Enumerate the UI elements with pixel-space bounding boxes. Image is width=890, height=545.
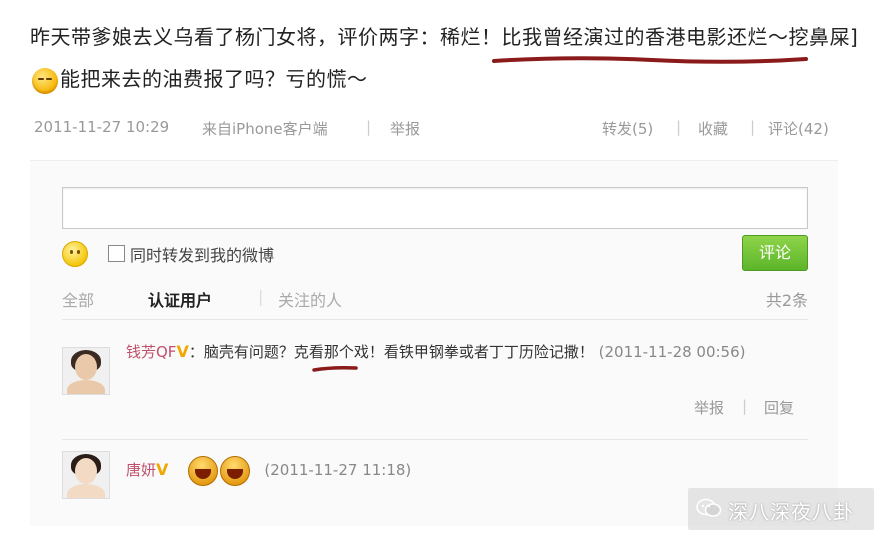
comment-filter-tabs: 全部 认证用户 | 关注的人 共2条 bbox=[62, 287, 808, 311]
comment-count: 共2条 bbox=[765, 291, 808, 310]
divider bbox=[62, 439, 808, 440]
post-meta-row: 2011-11-27 10:29 来自iPhone客户端 | 举报 转发(5) … bbox=[34, 118, 839, 140]
favorite-link[interactable]: 收藏 bbox=[698, 118, 728, 139]
comment-author[interactable]: 唐妍 bbox=[126, 461, 156, 479]
post-source: 来自iPhone客户端 bbox=[202, 120, 328, 138]
comment-panel: 同时转发到我的微博 评论 全部 认证用户 | 关注的人 共2条 钱芳QFV：脑壳… bbox=[30, 160, 838, 526]
verified-badge-icon: V bbox=[176, 342, 189, 361]
smile-emoji-icon[interactable] bbox=[62, 241, 88, 267]
comment-input[interactable] bbox=[62, 187, 808, 229]
divider bbox=[62, 319, 808, 320]
laughing-face-icon bbox=[220, 455, 251, 486]
red-underline-annotation bbox=[312, 366, 358, 372]
verified-badge-icon: V bbox=[156, 460, 169, 479]
separator: | bbox=[366, 118, 372, 136]
comment-text: ：脑壳有问题？克看那个戏！看铁甲钢拳或者丁丁历险记撒！ bbox=[188, 343, 594, 361]
avatar[interactable] bbox=[62, 451, 110, 499]
post-text-part2: 能把来去的油费报了吗？亏的慌～ bbox=[60, 67, 368, 91]
separator: | bbox=[258, 287, 264, 306]
separator: | bbox=[750, 118, 756, 136]
comment-item: 钱芳QFV：脑壳有问题？克看那个戏！看铁甲钢拳或者丁丁历险记撒！ (2011-1… bbox=[126, 337, 816, 367]
separator: | bbox=[742, 397, 748, 415]
comment-item: 唐妍V (2011-11-27 11:18) bbox=[126, 455, 411, 486]
watermark: 深八深夜八卦 bbox=[688, 488, 874, 530]
report-link[interactable]: 举报 bbox=[390, 118, 420, 139]
comment-time: (2011-11-27 11:18) bbox=[264, 461, 412, 479]
red-underline-annotation bbox=[492, 56, 808, 64]
comment-link[interactable]: 评论(42) bbox=[768, 118, 829, 139]
laughing-face-icon bbox=[188, 455, 219, 486]
watermark-text: 深八深夜八卦 bbox=[728, 500, 854, 524]
tab-following[interactable]: 关注的人 bbox=[278, 287, 342, 311]
forward-link[interactable]: 转发(5) bbox=[602, 118, 653, 139]
submit-comment-button[interactable]: 评论 bbox=[742, 235, 808, 271]
post-text-part1: 昨天带爹娘去义乌看了杨门女将，评价两字：稀烂！比我曾经演过的香港电影还烂～挖鼻屎… bbox=[30, 25, 859, 49]
post-timestamp[interactable]: 2011-11-27 10:29 bbox=[34, 118, 169, 136]
also-forward-label: 同时转发到我的微博 bbox=[130, 246, 275, 265]
report-link[interactable]: 举报 bbox=[694, 397, 724, 418]
comment-time: (2011-11-28 00:56) bbox=[598, 343, 746, 361]
tab-verified-users[interactable]: 认证用户 bbox=[148, 287, 212, 311]
reply-link[interactable]: 回复 bbox=[764, 397, 794, 418]
comment-author[interactable]: 钱芳QF bbox=[126, 343, 176, 361]
tab-all[interactable]: 全部 bbox=[62, 287, 94, 311]
separator: | bbox=[676, 118, 682, 136]
avatar[interactable] bbox=[62, 347, 110, 395]
wechat-icon bbox=[696, 498, 722, 517]
shy-face-icon bbox=[32, 67, 58, 94]
also-forward-checkbox[interactable] bbox=[108, 245, 125, 262]
